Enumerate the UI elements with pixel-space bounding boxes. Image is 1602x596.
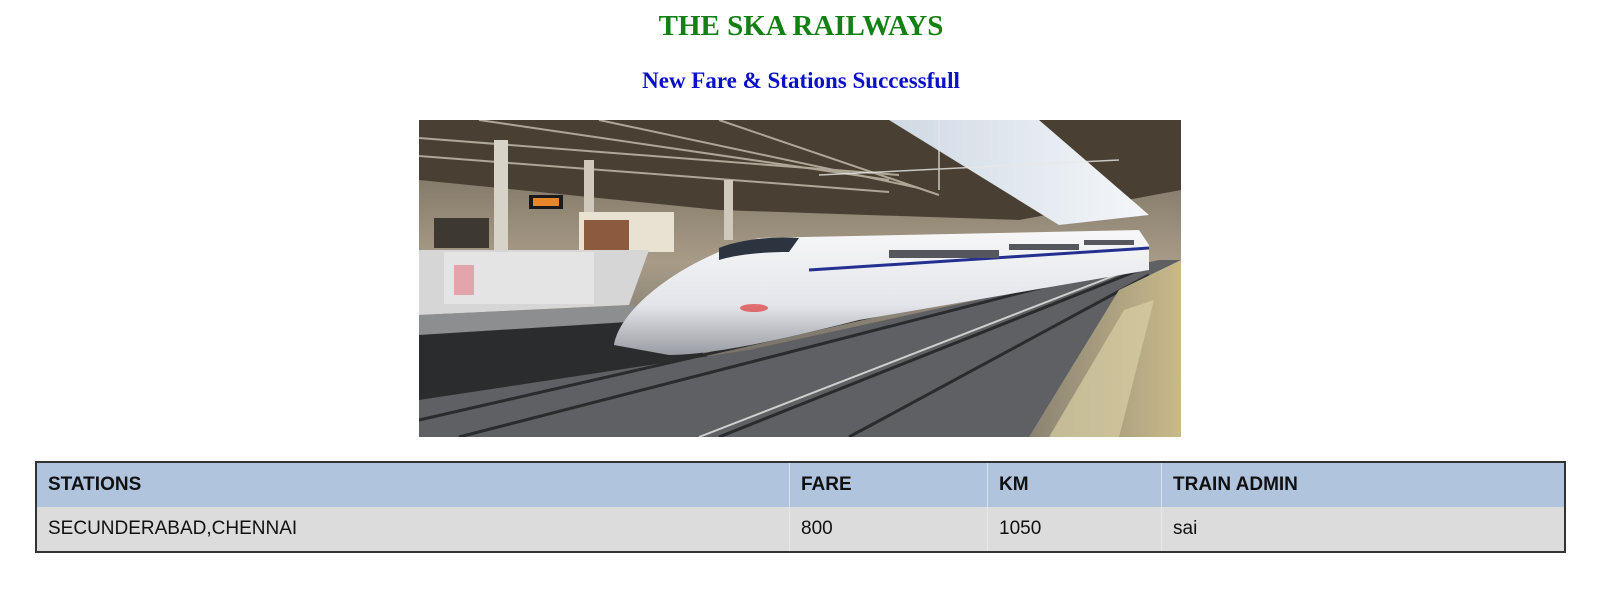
fare-table: STATIONS FARE KM TRAIN ADMIN SECUNDERABA…	[35, 461, 1566, 553]
site-title: THE SKA RAILWAYS	[658, 10, 944, 42]
page: THE SKA RAILWAYS New Fare & Stations Suc…	[0, 0, 1602, 596]
table-header-row: STATIONS FARE KM TRAIN ADMIN	[36, 462, 1565, 507]
success-message: New Fare & Stations Successfull	[642, 68, 960, 93]
column-header-train-admin: TRAIN ADMIN	[1161, 462, 1565, 507]
column-header-fare: FARE	[789, 462, 988, 507]
cell-stations: SECUNDERABAD,CHENNAI	[36, 507, 790, 552]
cell-train-admin: sai	[1161, 507, 1565, 552]
column-header-km: KM	[987, 462, 1162, 507]
cell-km: 1050	[987, 507, 1162, 552]
hero-train-image	[419, 120, 1181, 437]
table-row: SECUNDERABAD,CHENNAI 800 1050 sai	[36, 507, 1565, 552]
column-header-stations: STATIONS	[36, 462, 790, 507]
cell-fare: 800	[789, 507, 988, 552]
